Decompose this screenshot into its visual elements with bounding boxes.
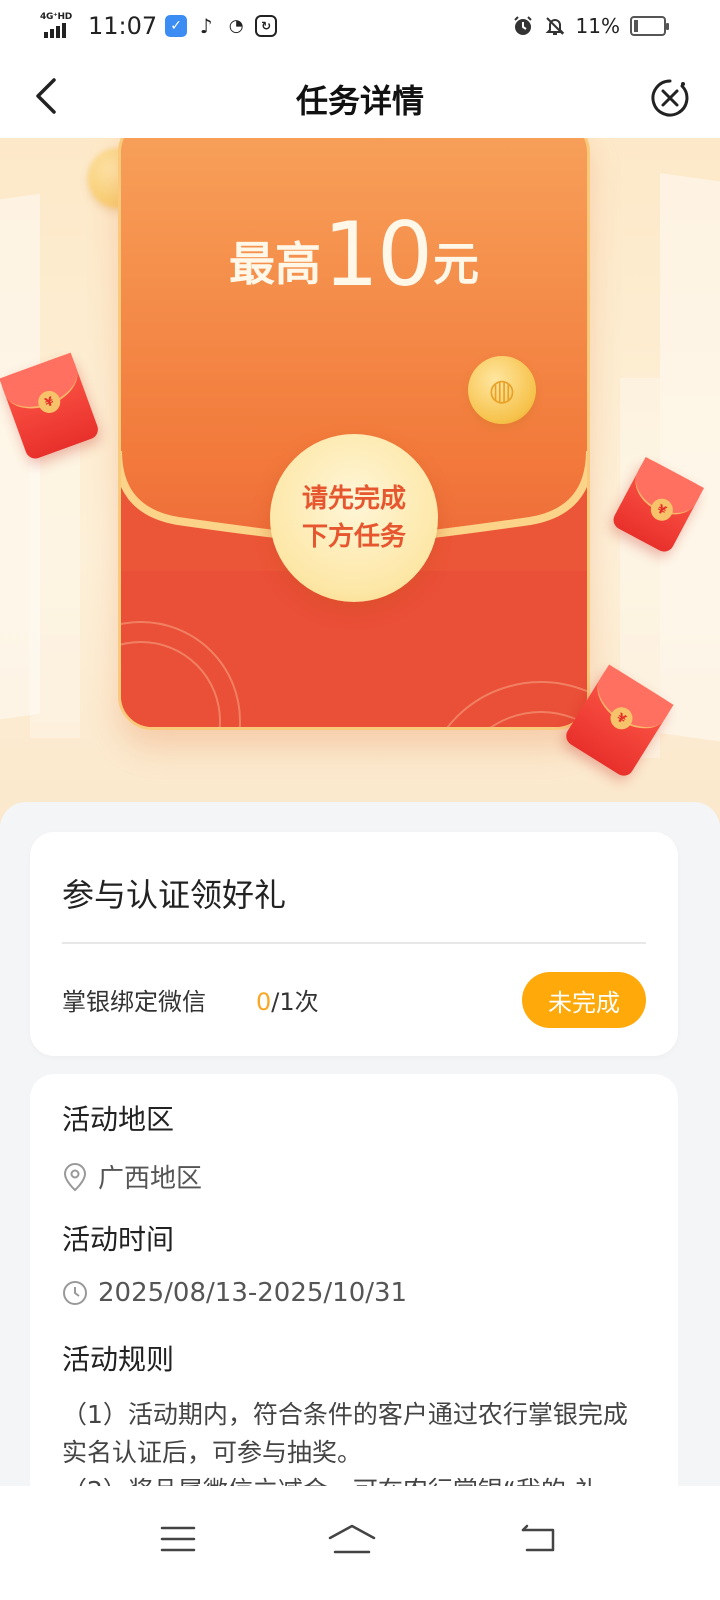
time-value: 2025/08/13-2025/10/31 [98,1278,408,1308]
weibo-icon: ◔ [228,16,244,36]
time-row: 2025/08/13-2025/10/31 [62,1278,407,1308]
navigation-bar: 任务详情 [0,56,720,138]
headline-prefix: 最高 [229,237,321,291]
headline-suffix: 元 [432,237,479,291]
browser-app-icon: ✓ [165,15,188,37]
envelope-seal-button[interactable]: 请先完成 下方任务 [270,434,438,602]
promo-banner: 最高 10 元 ◍ 请先完成 下方任务 [0,138,720,828]
clock-icon [63,1281,87,1305]
background-building [660,173,720,743]
divider [62,942,646,944]
task-status-button[interactable]: 未完成 [522,972,646,1028]
home-icon [328,1524,376,1554]
status-time: 11:07 [88,12,158,40]
mute-bell-icon [545,17,564,35]
activity-info-card: 活动地区 广西地区 活动时间 2025/08/13-2025/10/31 活动规… [30,1074,678,1486]
reward-headline: 最高 10 元 [121,211,587,299]
menu-icon [160,1526,196,1552]
battery-icon [630,16,669,36]
page-title: 任务详情 [295,82,424,120]
task-name: 掌银绑定微信 [62,988,206,1016]
task-content: 参与认证领好礼 掌银绑定微信 0/1次 未完成 活动地区 广西地区 活动时间 2… [0,802,720,1486]
rules-label: 活动规则 [62,1343,175,1376]
return-icon [521,1524,555,1552]
background-building [30,438,80,738]
system-navigation-bar [0,1486,720,1600]
task-progress: 0/1次 [256,982,319,1017]
rules-text: （1）活动期内，符合条件的客户通过农行掌银完成实名认证后，可参与抽奖。 （2）奖… [62,1396,638,1486]
task-card-title: 参与认证领好礼 [62,876,287,914]
menu-button[interactable] [148,1514,208,1564]
time-label: 活动时间 [62,1223,175,1256]
battery-percent: 11% [575,14,620,38]
seal-text-line2: 下方任务 [301,522,406,552]
home-button[interactable] [322,1514,382,1564]
region-label: 活动地区 [62,1103,175,1136]
location-pin-icon [63,1162,87,1191]
close-button[interactable] [650,78,690,118]
rules-line: （1）活动期内，符合条件的客户通过农行掌银完成实名认证后，可参与抽奖。 [62,1400,628,1467]
region-row: 广西地区 [62,1158,202,1195]
back-nav-button[interactable] [508,1514,568,1564]
rules-line: （2）奖品属微信立减金，可在农行掌银“我的-礼 [62,1472,638,1486]
alarm-icon [513,16,532,35]
close-circle-icon [651,79,689,117]
task-card: 参与认证领好礼 掌银绑定微信 0/1次 未完成 [30,832,678,1056]
coin-icon: ◍ [468,356,536,424]
tiktok-icon: ♪ [199,14,213,38]
status-bar: 4G⁺HD 11:07 ✓ ♪ ◔ ↻ 11% [0,0,720,56]
network-type: 4G⁺HD [40,12,72,22]
region-value: 广西地区 [98,1164,203,1194]
refresh-app-icon: ↻ [255,15,278,37]
headline-amount: 10 [323,203,433,306]
seal-text-line1: 请先完成 [301,484,406,514]
cellular-signal-icon: 4G⁺HD [40,12,76,40]
progress-done: 0 [256,988,272,1016]
progress-total: /1次 [271,988,319,1016]
